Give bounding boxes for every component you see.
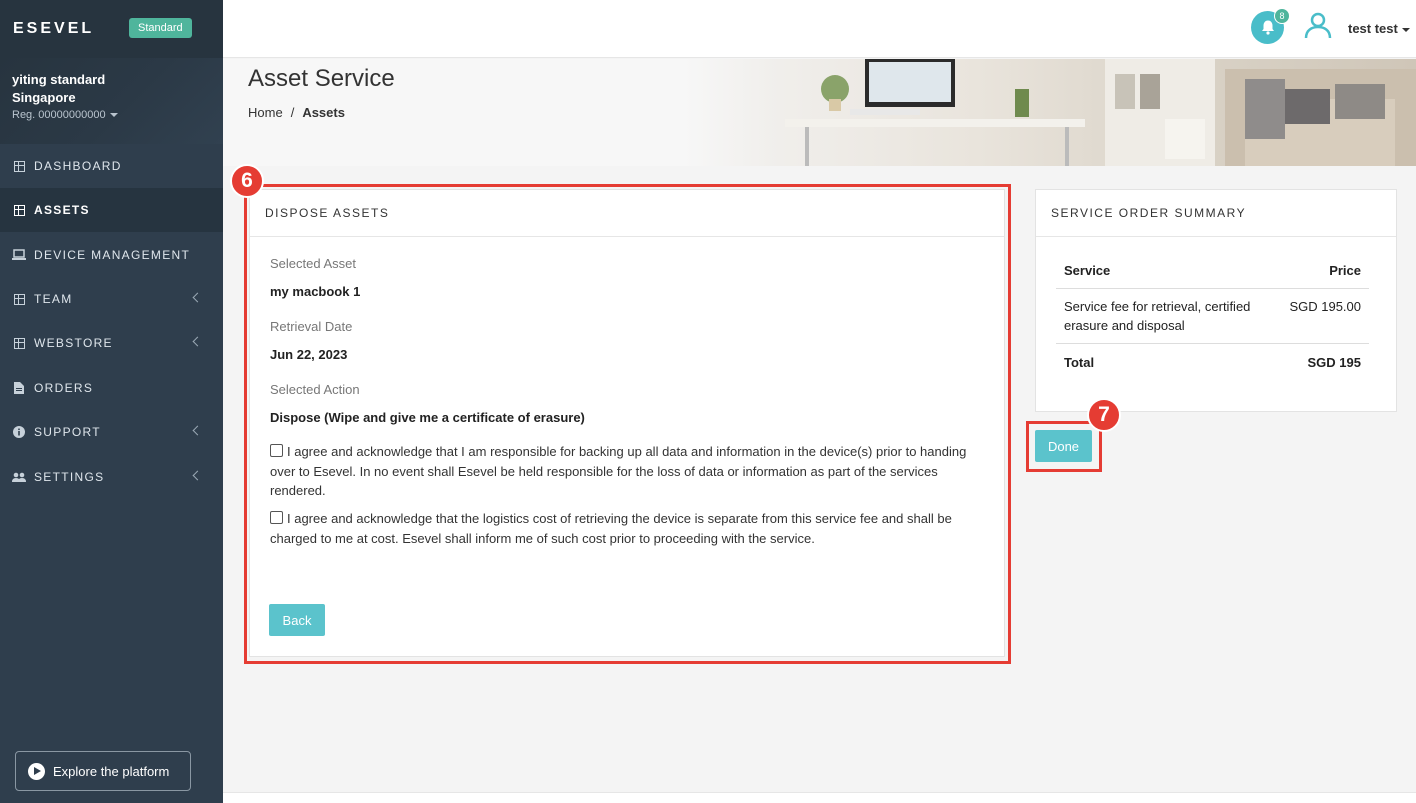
org-name: yiting standard Singapore: [12, 72, 106, 105]
annotation-step-6: 6: [230, 164, 264, 198]
grid-icon: [12, 292, 26, 306]
play-icon: [28, 762, 45, 780]
sidebar-item-support[interactable]: SUPPORT: [0, 410, 223, 454]
brand-row: ESEVEL Standard: [0, 0, 223, 58]
sidebar-item-webstore[interactable]: WEBSTORE: [0, 321, 223, 365]
page-title: Asset Service: [248, 65, 395, 92]
table-header-row: Service Price: [1056, 257, 1369, 289]
org-reg-text: Reg. 00000000000: [12, 109, 106, 121]
explore-label: Explore the platform: [53, 763, 170, 779]
org-switcher[interactable]: yiting standard Singapore Reg. 000000000…: [0, 58, 223, 144]
table-row: Service fee for retrieval, certified era…: [1056, 288, 1369, 344]
top-bar: 8 test test: [223, 0, 1416, 58]
users-cog-icon: [12, 470, 26, 484]
sidebar-item-orders[interactable]: ORDERS: [0, 366, 223, 410]
laptop-icon: [12, 248, 26, 262]
sidebar-item-label: DEVICE MANAGEMENT: [34, 248, 191, 262]
footer: [223, 792, 1416, 803]
total-value: SGD 195: [1307, 355, 1361, 370]
chevron-left-icon: [192, 425, 203, 436]
total-row: Total SGD 195: [1056, 344, 1369, 381]
service-order-summary-card: SERVICE ORDER SUMMARY Service Price Serv…: [1035, 189, 1397, 412]
annotation-highlight-7: [1026, 421, 1102, 472]
explore-platform-button[interactable]: Explore the platform: [15, 751, 191, 791]
sidebar: ESEVEL Standard yiting standard Singapor…: [0, 0, 223, 803]
sidebar-item-label: TEAM: [34, 292, 73, 306]
service-price: SGD 195.00: [1276, 288, 1369, 344]
notification-count-badge: 8: [1274, 8, 1290, 24]
document-icon: [12, 381, 26, 395]
sidebar-item-assets[interactable]: ASSETS: [0, 188, 223, 232]
grid-icon: [12, 336, 26, 350]
total-label: Total: [1064, 355, 1095, 370]
breadcrumb-home[interactable]: Home: [248, 105, 283, 120]
sidebar-item-label: SUPPORT: [34, 425, 101, 439]
grid-icon: [12, 159, 26, 173]
plan-badge: Standard: [129, 18, 192, 38]
sidebar-item-label: ASSETS: [34, 203, 90, 217]
annotation-highlight-6: [244, 184, 1011, 664]
column-header-price: Price: [1276, 257, 1369, 289]
sidebar-item-dashboard[interactable]: DASHBOARD: [0, 144, 223, 188]
sidebar-item-device-management[interactable]: DEVICE MANAGEMENT: [0, 233, 223, 277]
breadcrumb: Home / Assets: [248, 105, 345, 120]
caret-down-icon: [1401, 27, 1410, 32]
grid-icon: [12, 203, 26, 217]
brand-logo[interactable]: ESEVEL: [13, 20, 94, 38]
annotation-step-7: 7: [1087, 398, 1121, 432]
user-name-text: test test: [1348, 21, 1398, 36]
sidebar-item-label: DASHBOARD: [34, 159, 122, 173]
service-description: Service fee for retrieval, certified era…: [1056, 288, 1276, 344]
breadcrumb-separator: /: [290, 105, 295, 120]
user-avatar-icon[interactable]: [1304, 11, 1332, 39]
chevron-left-icon: [192, 292, 203, 303]
column-header-service: Service: [1056, 257, 1276, 289]
sidebar-item-label: WEBSTORE: [34, 336, 113, 350]
sidebar-item-settings[interactable]: SETTINGS: [0, 455, 223, 499]
header-banner-image: [685, 59, 1416, 166]
breadcrumb-current: Assets: [302, 105, 345, 120]
caret-down-icon: [109, 113, 118, 118]
user-menu[interactable]: test test: [1348, 21, 1410, 36]
page-header: Asset Service Home / Assets: [223, 59, 1416, 166]
org-reg[interactable]: Reg. 00000000000: [12, 109, 118, 121]
bell-icon: [1261, 20, 1274, 35]
sidebar-item-team[interactable]: TEAM: [0, 277, 223, 321]
info-icon: [12, 425, 26, 439]
summary-table: Service Price Service fee for retrieval,…: [1056, 257, 1369, 380]
sidebar-item-label: ORDERS: [34, 381, 94, 395]
chevron-left-icon: [192, 470, 203, 481]
card-title: SERVICE ORDER SUMMARY: [1036, 190, 1396, 237]
chevron-left-icon: [192, 336, 203, 347]
sidebar-item-label: SETTINGS: [34, 470, 105, 484]
